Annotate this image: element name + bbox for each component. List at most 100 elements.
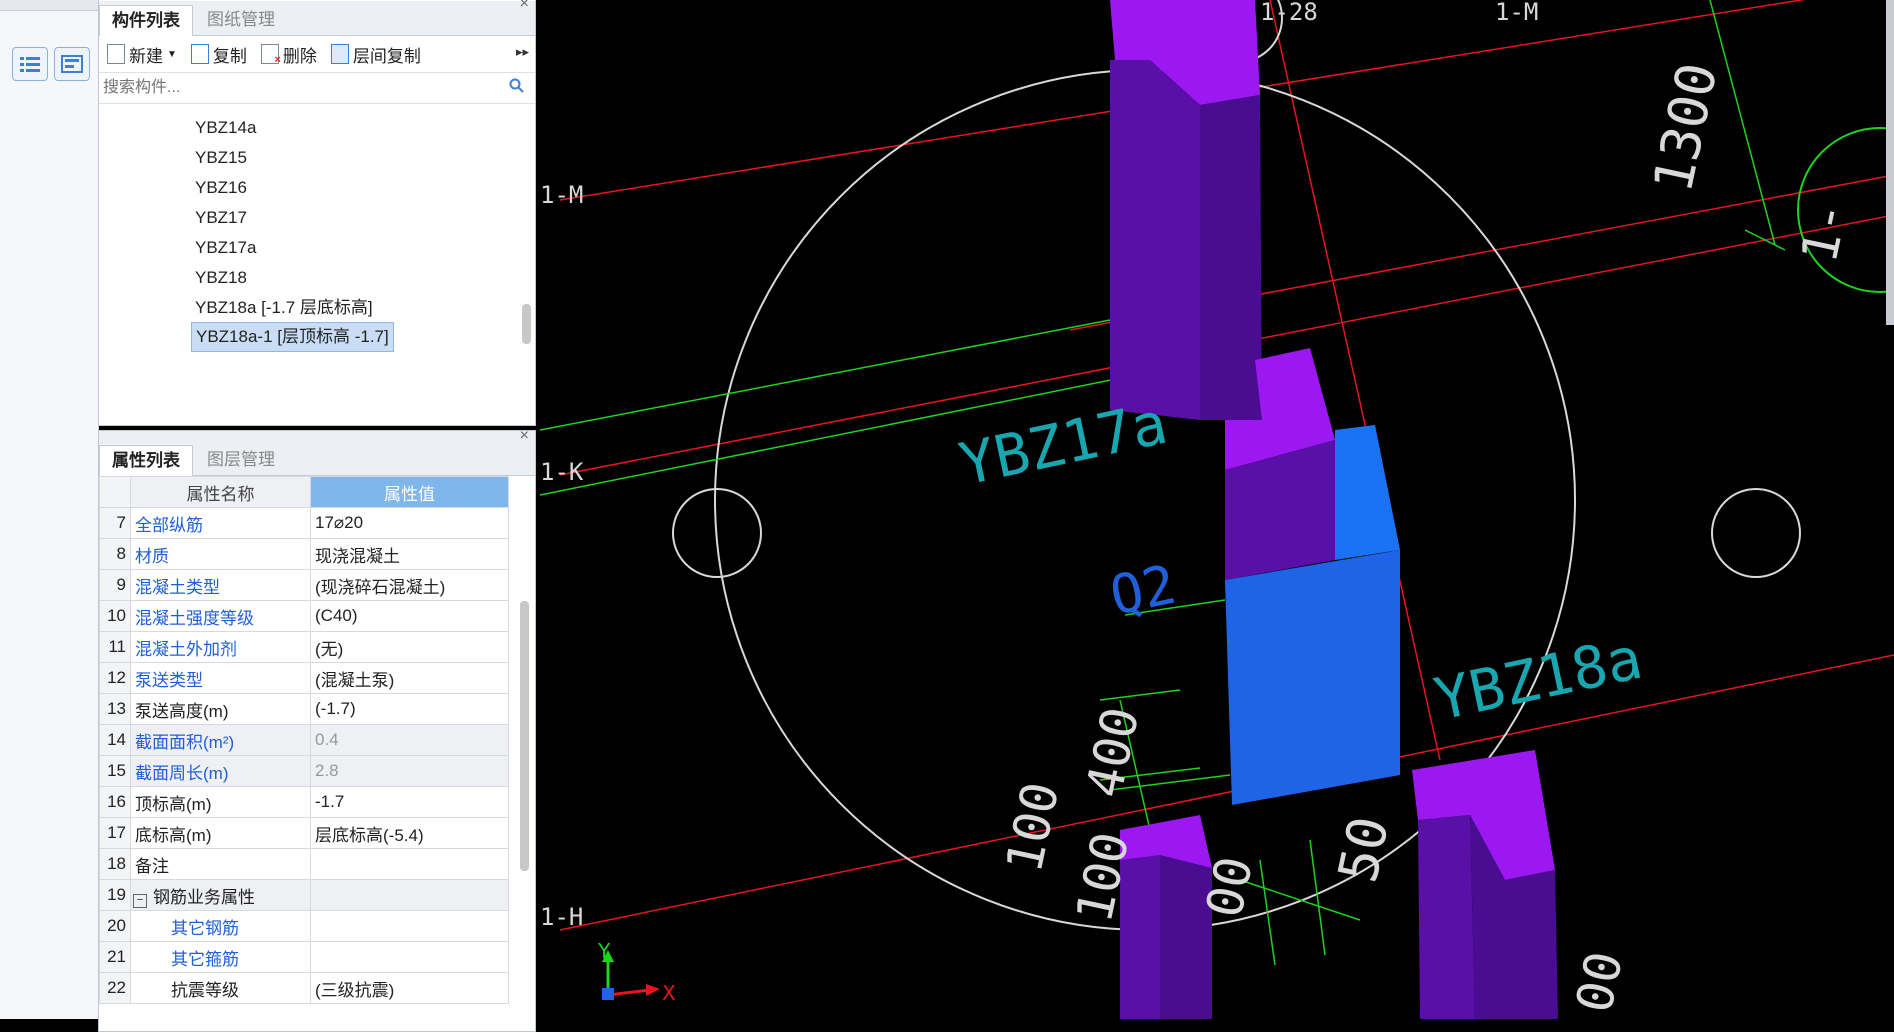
property-name: 混凝土强度等级: [130, 600, 311, 632]
floor-copy-label: 层间复制: [352, 46, 421, 66]
property-name-header: 属性名称: [130, 476, 311, 508]
toolbar-overflow-icon[interactable]: ▸▸: [516, 44, 529, 60]
detail-view-button[interactable]: [54, 47, 90, 81]
property-value[interactable]: (混凝土泵): [310, 662, 509, 694]
table-row[interactable]: 16 顶标高(m) -1.7: [99, 786, 509, 818]
tab-property-list[interactable]: 属性列表: [99, 445, 193, 476]
property-value[interactable]: (现浇碎石混凝土): [310, 569, 509, 601]
property-name: 底标高(m): [130, 817, 311, 849]
row-number: 8: [99, 538, 131, 570]
row-number: 15: [99, 755, 131, 787]
dimension-text: 400: [1075, 702, 1151, 802]
table-row[interactable]: 10 混凝土强度等级 (C40): [99, 600, 509, 632]
tree-item[interactable]: YBZ18: [191, 264, 251, 292]
property-group[interactable]: − 钢筋业务属性: [130, 879, 311, 911]
tree-scrollbar[interactable]: [522, 304, 531, 344]
property-value[interactable]: [310, 910, 509, 942]
axis-x-label: X: [662, 981, 676, 1005]
delete-icon: ×: [260, 44, 281, 66]
property-value[interactable]: [310, 941, 509, 973]
tab-component-list[interactable]: 构件列表: [99, 5, 193, 36]
property-name: 全部纵筋: [130, 507, 311, 539]
cad-drawing[interactable]: 1-28 1-M 1-M 1-K 1-H YBZ17a Q2 YBZ18a 13…: [540, 0, 1894, 1019]
axis-label: 1-28: [1260, 0, 1318, 26]
table-row[interactable]: 9 混凝土类型 (现浇碎石混凝土): [99, 569, 509, 601]
tree-item[interactable]: YBZ15: [191, 144, 251, 172]
property-name: 抗震等级: [130, 972, 311, 1004]
row-number: 14: [99, 724, 131, 756]
collapse-icon[interactable]: −: [133, 893, 147, 908]
property-name: 混凝土类型: [130, 569, 311, 601]
property-value[interactable]: 17⌀20: [310, 507, 509, 539]
property-value: [310, 879, 509, 911]
property-value: 2.8: [310, 755, 509, 787]
table-row[interactable]: 14 截面面积(m²) 0.4: [99, 724, 509, 756]
wall-label: Q2: [1105, 553, 1182, 628]
dimension-text: 00: [1195, 852, 1264, 923]
chevron-down-icon[interactable]: ▼: [167, 49, 177, 60]
table-row[interactable]: 12 泵送类型 (混凝土泵): [99, 662, 509, 694]
property-value: 0.4: [310, 724, 509, 756]
new-button[interactable]: 新建 ▼: [107, 42, 177, 67]
property-value[interactable]: 层底标高(-5.4): [310, 817, 509, 849]
property-scrollbar[interactable]: [520, 601, 529, 871]
row-number: 21: [99, 941, 131, 973]
tree-item[interactable]: YBZ17a: [191, 234, 260, 262]
axis-label: 1-M: [540, 181, 583, 209]
property-value[interactable]: 现浇混凝土: [310, 538, 509, 570]
property-name: 截面周长(m): [130, 755, 311, 787]
table-row[interactable]: 22 抗震等级 (三级抗震): [99, 972, 509, 1004]
tree-item[interactable]: YBZ14a: [191, 114, 260, 142]
tree-item-selected[interactable]: YBZ18a-1 [层顶标高 -1.7]: [191, 322, 394, 352]
table-row[interactable]: 15 截面周长(m) 2.8: [99, 755, 509, 787]
table-row-group[interactable]: 19 − 钢筋业务属性: [99, 879, 509, 911]
property-value[interactable]: (-1.7): [310, 693, 509, 725]
cad-viewport[interactable]: 1-28 1-M 1-M 1-K 1-H YBZ17a Q2 YBZ18a 13…: [540, 0, 1894, 1019]
new-label: 新建: [129, 46, 163, 66]
search-icon[interactable]: [509, 78, 525, 94]
table-row[interactable]: 13 泵送高度(m) (-1.7): [99, 693, 509, 725]
table-row[interactable]: 11 混凝土外加剂 (无): [99, 631, 509, 663]
close-icon[interactable]: ×: [520, 0, 529, 13]
delete-button[interactable]: × 删除: [260, 42, 317, 67]
property-name: 截面面积(m²): [130, 724, 311, 756]
tree-item[interactable]: YBZ17: [191, 204, 251, 232]
property-value[interactable]: [310, 848, 509, 880]
copy-button[interactable]: 复制: [190, 42, 247, 67]
list-view-button[interactable]: [12, 47, 48, 81]
property-panel-topbar: ×: [99, 427, 535, 444]
table-row[interactable]: 17 底标高(m) 层底标高(-5.4): [99, 817, 509, 849]
left-strip-header: [0, 0, 98, 11]
property-name: 其它箍筋: [130, 941, 311, 973]
axis-y-label: Y: [597, 939, 611, 963]
tree-item[interactable]: YBZ16: [191, 174, 251, 202]
floor-copy-button[interactable]: 层间复制: [330, 42, 421, 67]
property-name: 其它钢筋: [130, 910, 311, 942]
copy-icon: [190, 44, 209, 64]
table-row[interactable]: 7 全部纵筋 17⌀20: [99, 507, 509, 539]
table-row[interactable]: 18 备注: [99, 848, 509, 880]
detail-view-icon: [61, 55, 83, 73]
property-value[interactable]: (三级抗震): [310, 972, 509, 1004]
table-row[interactable]: 21 其它箍筋: [99, 941, 509, 973]
list-icon: [20, 57, 40, 72]
property-value[interactable]: -1.7: [310, 786, 509, 818]
property-name: 泵送类型: [130, 662, 311, 694]
property-value[interactable]: (C40): [310, 600, 509, 632]
axis-label: 1-M: [1495, 0, 1538, 26]
search-input[interactable]: [99, 73, 485, 103]
tree-item[interactable]: YBZ18a [-1.7 层底标高]: [191, 294, 377, 322]
property-value[interactable]: (无): [310, 631, 509, 663]
dimension-text: 100: [995, 777, 1071, 877]
property-table-header: 属性名称 属性值: [99, 476, 509, 508]
row-number: 12: [99, 662, 131, 694]
row-number: 18: [99, 848, 131, 880]
left-toolbar-strip: [0, 0, 99, 1019]
table-row[interactable]: 8 材质 现浇混凝土: [99, 538, 509, 570]
right-toolbar-strip: [1886, 0, 1894, 325]
tab-drawing-management[interactable]: 图纸管理: [195, 5, 287, 35]
property-panel-tabs: 属性列表 图层管理: [99, 441, 535, 476]
table-row[interactable]: 20 其它钢筋: [99, 910, 509, 942]
component-panel-tabs: 构件列表 图纸管理 ×: [99, 0, 535, 36]
tab-layer-management[interactable]: 图层管理: [195, 445, 287, 475]
